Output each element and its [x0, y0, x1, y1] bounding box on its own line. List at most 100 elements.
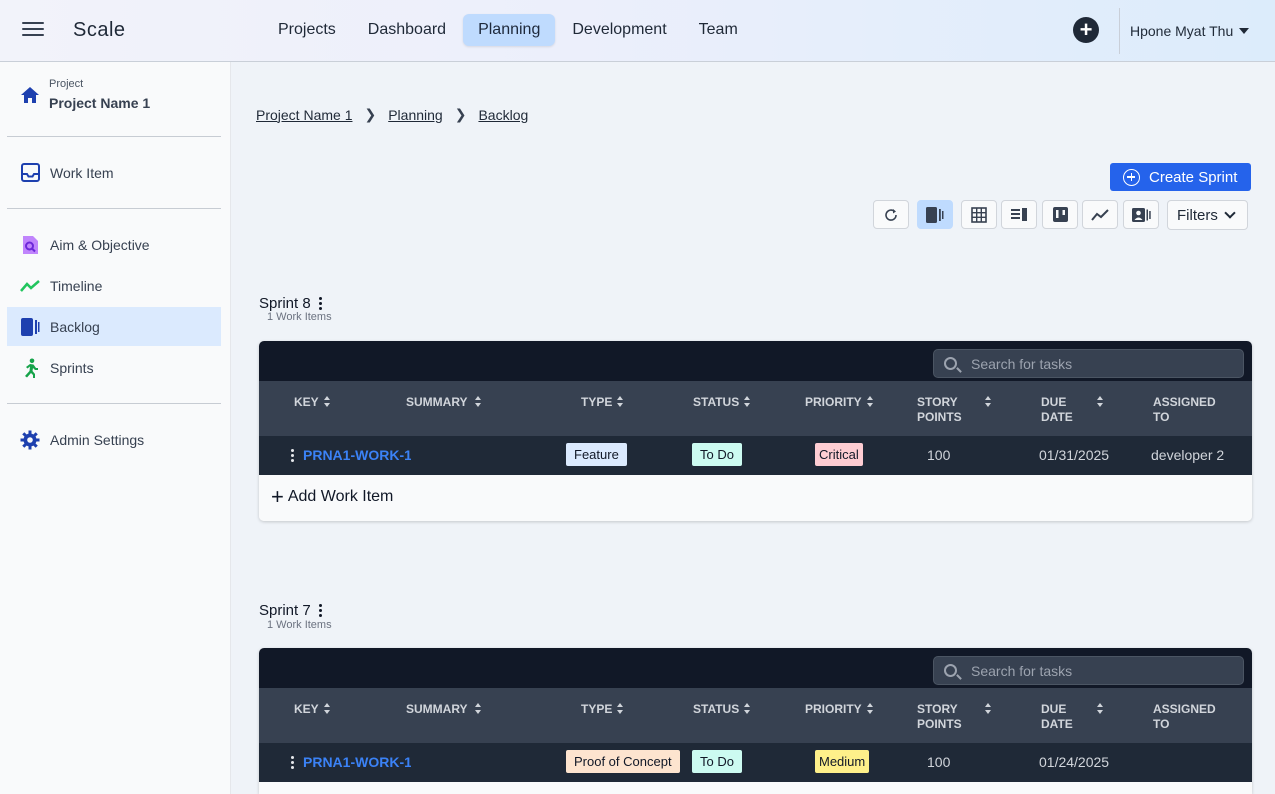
- sprint-name: Sprint 7: [259, 602, 311, 619]
- column-due-date[interactable]: DUE DATE: [1041, 395, 1073, 425]
- project-name: Project Name 1: [49, 95, 151, 111]
- sort-icon[interactable]: [985, 703, 991, 715]
- story-points: 100: [927, 754, 951, 770]
- sidebar-item-sprints[interactable]: Sprints: [7, 348, 221, 387]
- sort-icon[interactable]: [867, 396, 873, 408]
- create-sprint-button[interactable]: Create Sprint: [1110, 163, 1251, 191]
- story-points: 100: [927, 447, 951, 463]
- search-input[interactable]: Search for tasks: [933, 656, 1244, 685]
- grid-view-button[interactable]: [961, 200, 997, 229]
- breadcrumb-backlog[interactable]: Backlog: [478, 107, 528, 123]
- nav-team[interactable]: Team: [684, 14, 753, 46]
- add-icon[interactable]: +: [1073, 17, 1099, 43]
- more-vertical-icon[interactable]: [291, 449, 294, 462]
- breadcrumb-project[interactable]: Project Name 1: [256, 107, 352, 123]
- menu-icon[interactable]: [22, 19, 44, 41]
- sidebar-item-work-item[interactable]: Work Item: [7, 153, 221, 192]
- column-assigned-to[interactable]: ASSIGNED TO: [1153, 702, 1216, 732]
- search-input[interactable]: Search for tasks: [933, 349, 1244, 378]
- column-story-points[interactable]: STORY POINTS: [917, 395, 962, 425]
- sprint-count: 1 Work Items: [267, 619, 332, 631]
- column-type[interactable]: TYPE: [581, 395, 612, 410]
- sort-icon[interactable]: [867, 703, 873, 715]
- nav-dashboard[interactable]: Dashboard: [353, 14, 461, 46]
- column-status[interactable]: STATUS: [693, 395, 739, 410]
- list-view-button[interactable]: [1001, 200, 1037, 229]
- priority-badge[interactable]: Critical: [815, 443, 863, 466]
- status-badge[interactable]: To Do: [692, 750, 742, 773]
- sidebar-item-backlog[interactable]: Backlog: [7, 307, 221, 346]
- chart-view-button[interactable]: [1082, 200, 1118, 229]
- column-status[interactable]: STATUS: [693, 702, 739, 717]
- work-item-key-link[interactable]: PRNA1-WORK-10: [303, 447, 411, 463]
- more-vertical-icon[interactable]: [318, 297, 322, 310]
- top-bar: Scale Projects Dashboard Planning Develo…: [0, 0, 1275, 62]
- create-sprint-label: Create Sprint: [1149, 168, 1238, 186]
- column-priority[interactable]: PRIORITY: [805, 395, 862, 410]
- breadcrumb-planning[interactable]: Planning: [388, 107, 443, 123]
- running-person-icon: [20, 358, 40, 378]
- nav-development[interactable]: Development: [557, 14, 681, 46]
- sort-icon[interactable]: [324, 703, 330, 715]
- list-view-icon: [1011, 207, 1027, 221]
- table-row[interactable]: PRNA1-WORK-11 Proof of Concept To Do Med…: [259, 743, 1252, 782]
- more-vertical-icon[interactable]: [318, 604, 322, 617]
- brand-logo[interactable]: Scale: [73, 19, 126, 42]
- work-item-key-link[interactable]: PRNA1-WORK-11: [303, 754, 411, 770]
- main-nav: Projects Dashboard Planning Development …: [263, 14, 755, 46]
- backlog-view-icon: [926, 206, 944, 223]
- sort-icon[interactable]: [744, 396, 750, 408]
- add-work-item-button[interactable]: + Add Work Item: [271, 486, 393, 508]
- sort-icon[interactable]: [985, 396, 991, 408]
- nav-projects[interactable]: Projects: [263, 14, 351, 46]
- sidebar-item-admin-settings[interactable]: Admin Settings: [7, 420, 221, 459]
- table-toolbar: Search for tasks: [259, 341, 1252, 381]
- sort-icon[interactable]: [744, 703, 750, 715]
- status-badge[interactable]: To Do: [692, 443, 742, 466]
- nav-planning[interactable]: Planning: [463, 14, 556, 46]
- column-assigned-to[interactable]: ASSIGNED TO: [1153, 395, 1216, 425]
- due-date: 01/31/2025: [1039, 447, 1110, 463]
- sidebar-item-label: Aim & Objective: [50, 236, 150, 253]
- priority-badge[interactable]: Medium: [815, 750, 870, 773]
- column-priority[interactable]: PRIORITY: [805, 702, 862, 717]
- sort-icon[interactable]: [475, 703, 481, 715]
- sprint-title: Sprint 8: [259, 295, 322, 312]
- filters-label: Filters: [1177, 206, 1218, 224]
- more-vertical-icon[interactable]: [291, 756, 294, 769]
- search-placeholder: Search for tasks: [971, 662, 1073, 679]
- refresh-button[interactable]: [873, 200, 909, 229]
- card-view-icon: [1131, 207, 1151, 222]
- filters-button[interactable]: Filters: [1167, 200, 1248, 230]
- column-summary[interactable]: SUMMARY: [406, 702, 468, 717]
- column-key[interactable]: KEY: [294, 702, 319, 717]
- sort-icon[interactable]: [1097, 396, 1103, 408]
- sprint-table: Search for tasks KEY SUMMARY TYPE STATUS…: [259, 341, 1252, 521]
- board-view-button[interactable]: [1042, 200, 1078, 229]
- column-story-points[interactable]: STORY POINTS: [917, 702, 962, 732]
- card-view-button[interactable]: [1123, 200, 1159, 229]
- plus-circle-icon: [1123, 168, 1140, 186]
- due-date: 01/24/2025: [1039, 754, 1110, 770]
- sidebar-item-timeline[interactable]: Timeline: [7, 266, 221, 305]
- sprint-title: Sprint 7: [259, 602, 322, 619]
- project-caption: Project: [49, 78, 84, 90]
- sidebar-item-aim-objective[interactable]: Aim & Objective: [7, 225, 221, 264]
- sort-icon[interactable]: [475, 396, 481, 408]
- sidebar-divider: [7, 403, 221, 404]
- sort-icon[interactable]: [1097, 703, 1103, 715]
- user-menu[interactable]: Hpone Myat Thu: [1130, 23, 1250, 39]
- column-key[interactable]: KEY: [294, 395, 319, 410]
- sort-icon[interactable]: [617, 703, 623, 715]
- search-icon: [944, 664, 957, 677]
- column-summary[interactable]: SUMMARY: [406, 395, 468, 410]
- sidebar: Project Project Name 1 Work Item Aim & O…: [0, 62, 231, 794]
- column-due-date[interactable]: DUE DATE: [1041, 702, 1073, 732]
- sort-icon[interactable]: [324, 396, 330, 408]
- sprint-count: 1 Work Items: [267, 311, 332, 323]
- table-row[interactable]: PRNA1-WORK-10 Feature To Do Critical 100…: [259, 436, 1252, 475]
- column-type[interactable]: TYPE: [581, 702, 612, 717]
- type-badge: Feature: [566, 443, 627, 466]
- sort-icon[interactable]: [617, 396, 623, 408]
- backlog-view-button[interactable]: [917, 200, 953, 229]
